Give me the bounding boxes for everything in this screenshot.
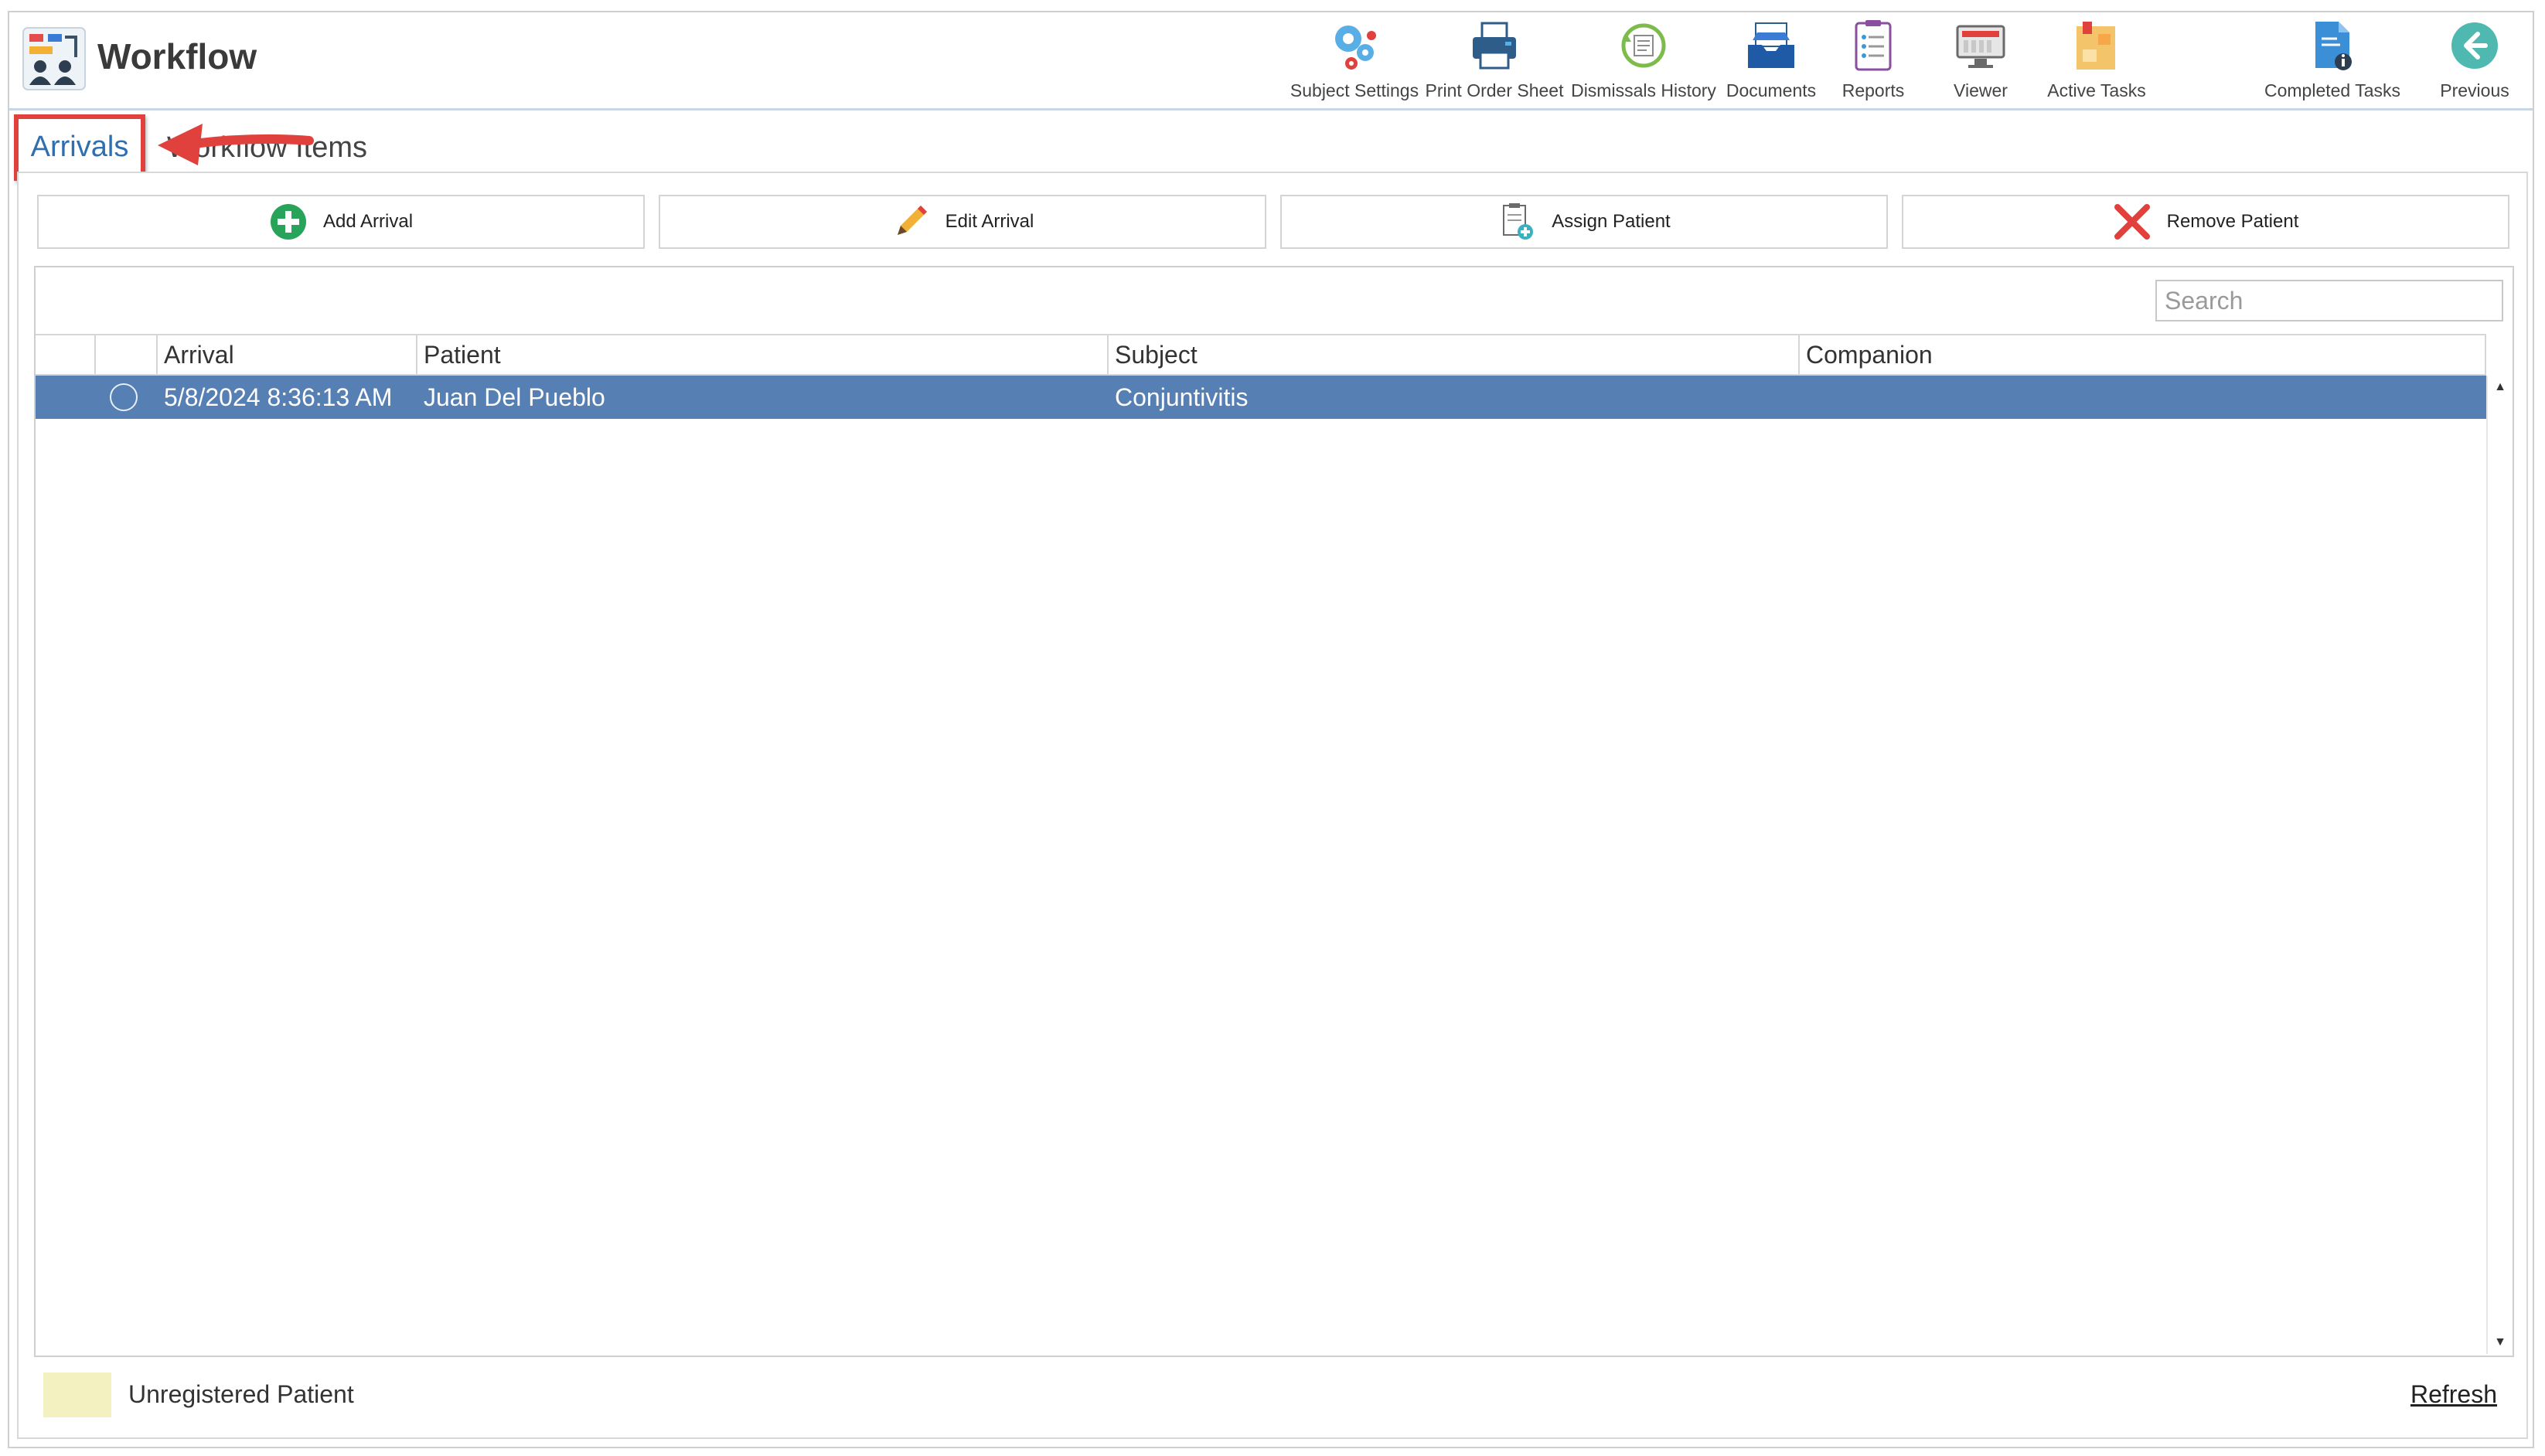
toolbar-reports[interactable]: Reports — [1821, 12, 1925, 108]
search-input[interactable] — [2155, 280, 2503, 321]
cell-companion — [1800, 376, 2486, 419]
gears-icon — [1335, 26, 1376, 70]
scroll-up-icon[interactable]: ▲ — [2488, 376, 2513, 399]
app-title: Workflow — [97, 36, 257, 77]
header-bar: Workflow Subject Settings Print Order Sh… — [9, 12, 2533, 111]
assign-patient-label: Assign Patient — [1552, 211, 1671, 232]
toolbar-subject-settings[interactable]: Subject Settings — [1286, 12, 1422, 108]
monitor-icon — [1956, 25, 2005, 68]
cell-subject: Conjuntivitis — [1115, 383, 1249, 411]
vertical-scrollbar[interactable]: ▲ ▼ — [2486, 376, 2513, 1354]
unregistered-legend-label: Unregistered Patient — [128, 1380, 354, 1408]
workflow-logo-icon — [22, 27, 86, 90]
refresh-link[interactable]: Refresh — [2410, 1380, 2497, 1409]
arrivals-panel: Add Arrival Edit Arrival Assign Patient … — [17, 172, 2528, 1439]
edit-arrival-label: Edit Arrival — [945, 211, 1034, 232]
clipboard-add-icon — [1503, 203, 1534, 240]
action-bar: Add Arrival Edit Arrival Assign Patient … — [37, 195, 2511, 250]
inbox-icon — [1748, 22, 1794, 68]
column-header-companion[interactable]: Companion — [1800, 335, 2486, 374]
column-select — [96, 335, 158, 374]
plus-circle-icon — [270, 204, 306, 240]
table-row[interactable]: 5/8/2024 8:36:13 AM Juan Del Pueblo Conj… — [36, 376, 2486, 419]
remove-patient-button[interactable]: Remove Patient — [1902, 195, 2509, 249]
toolbar-dismissals-history[interactable]: Dismissals History — [1566, 12, 1721, 108]
scroll-down-icon[interactable]: ▼ — [2488, 1331, 2513, 1354]
toolbar-previous[interactable]: Previous — [2424, 12, 2525, 108]
toolbar-print-order-sheet[interactable]: Print Order Sheet — [1422, 12, 1566, 108]
column-indicator — [36, 335, 96, 374]
toolbar-completed-tasks[interactable]: Completed Tasks — [2253, 12, 2412, 108]
clipboard-icon — [1855, 20, 1892, 71]
cell-patient: Juan Del Pueblo — [424, 383, 605, 411]
column-header-subject[interactable]: Subject — [1109, 335, 1800, 374]
toolbar-viewer[interactable]: Viewer — [1925, 12, 2036, 108]
column-header-arrival[interactable]: Arrival — [158, 335, 417, 374]
edit-arrival-button[interactable]: Edit Arrival — [659, 195, 1266, 249]
history-icon — [1621, 23, 1666, 68]
row-radio[interactable] — [110, 383, 138, 411]
unregistered-swatch — [43, 1373, 111, 1417]
toolbar-documents[interactable]: Documents — [1721, 12, 1821, 108]
annotation-arrow-icon — [158, 124, 314, 165]
column-header-patient[interactable]: Patient — [417, 335, 1109, 374]
grid-header: Arrival Patient Subject Companion — [36, 334, 2486, 376]
cell-arrival: 5/8/2024 8:36:13 AM — [164, 383, 393, 411]
toolbar-active-tasks[interactable]: Active Tasks — [2036, 12, 2157, 108]
add-arrival-button[interactable]: Add Arrival — [37, 195, 645, 249]
add-arrival-label: Add Arrival — [322, 211, 414, 232]
red-x-icon — [2114, 204, 2150, 240]
printer-icon — [1473, 22, 1516, 70]
remove-patient-label: Remove Patient — [2166, 211, 2299, 232]
pencil-icon — [897, 206, 927, 235]
workflow-window: Workflow Subject Settings Print Order Sh… — [8, 11, 2534, 1448]
assign-patient-button[interactable]: Assign Patient — [1280, 195, 1888, 249]
document-info-icon — [2315, 22, 2352, 70]
task-board-icon — [2077, 22, 2115, 70]
arrivals-grid: Arrival Patient Subject Companion 5/8/20… — [34, 266, 2514, 1357]
back-arrow-icon — [2451, 22, 2498, 69]
